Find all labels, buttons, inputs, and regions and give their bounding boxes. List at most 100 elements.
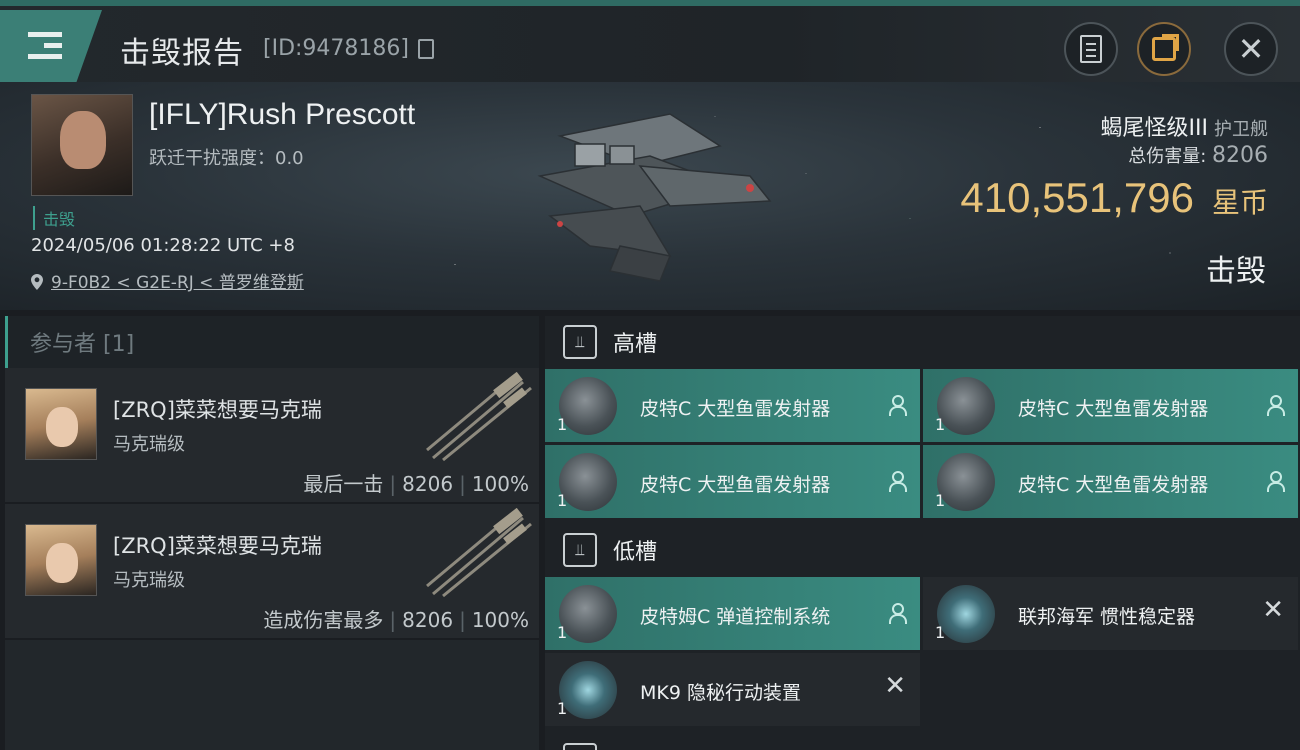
module-qty: 1 bbox=[557, 415, 568, 434]
clipboard-button[interactable] bbox=[1064, 22, 1118, 76]
module-slot[interactable]: 1 皮特姆C 弹道控制系统 bbox=[545, 577, 920, 650]
module-slot[interactable]: 1 皮特C 大型鱼雷发射器 bbox=[545, 445, 920, 518]
kill-location[interactable]: 9-F0B2 < G2E-RJ < 普罗维登斯 bbox=[31, 268, 304, 293]
stats-separator: | bbox=[389, 608, 397, 632]
copy-icon[interactable] bbox=[418, 39, 434, 59]
participant-ship-image bbox=[426, 372, 532, 462]
pilot-icon bbox=[1266, 395, 1285, 416]
pilot-icon bbox=[888, 603, 907, 624]
menu-button[interactable] bbox=[0, 10, 102, 82]
high-slot-label: 高槽 bbox=[613, 332, 658, 357]
participant-name[interactable]: [ZRQ]菜菜想要马克瑞 bbox=[113, 394, 322, 424]
location-pin-icon bbox=[31, 274, 43, 290]
close-button[interactable]: ✕ bbox=[1224, 22, 1278, 76]
close-icon: ✕ bbox=[1237, 30, 1265, 68]
module-qty: 1 bbox=[935, 415, 946, 434]
victim-header: [IFLY]Rush Prescott 跃迁干扰强度：0.0 击毁 2024/0… bbox=[0, 82, 1300, 310]
participant-row[interactable]: [ZRQ]菜菜想要马克瑞 马克瑞级 造成伤害最多 | 8206 | 100% bbox=[5, 504, 539, 640]
kill-datetime: 2024/05/06 01:28:22 UTC +8 bbox=[31, 235, 295, 256]
warp-disruption-strength: 跃迁干扰强度：0.0 bbox=[149, 148, 304, 169]
menu-icon-bar bbox=[28, 54, 62, 59]
module-qty: 1 bbox=[557, 699, 568, 718]
next-slot-header: ⫫ bbox=[545, 734, 1300, 750]
victim-ship-image[interactable] bbox=[520, 106, 790, 286]
module-slot[interactable]: 1 MK9 隐秘行动装置 ✕ bbox=[545, 653, 920, 726]
pilot-icon bbox=[1266, 471, 1285, 492]
module-name: MK9 隐秘行动装置 bbox=[640, 682, 801, 704]
high-slot-header: ⫫ 高槽 bbox=[545, 316, 1300, 368]
module-name: 皮特C 大型鱼雷发射器 bbox=[640, 398, 831, 420]
module-name: 皮特C 大型鱼雷发射器 bbox=[1018, 474, 1209, 496]
report-id: [ID:9478186] bbox=[263, 36, 409, 61]
stats-separator: | bbox=[389, 472, 397, 496]
participant-ship: 马克瑞级 bbox=[113, 570, 185, 591]
total-damage-value: 8206 bbox=[1212, 143, 1268, 168]
clipboard-icon bbox=[1080, 35, 1102, 63]
participant-avatar[interactable] bbox=[25, 524, 97, 596]
participant-stats: 最后一击 | 8206 | 100% bbox=[303, 468, 529, 497]
module-slot[interactable]: 1 联邦海军 惯性稳定器 ✕ bbox=[923, 577, 1298, 650]
fitting-panel: ⫫ 高槽 1 皮特C 大型鱼雷发射器 1 皮特C 大型鱼雷发射器 1 皮特C 大… bbox=[545, 316, 1300, 750]
isk-amount: 410,551,796 bbox=[960, 174, 1194, 221]
participants-header: 参与者 [1] bbox=[5, 316, 539, 368]
menu-icon bbox=[28, 32, 62, 37]
participant-damage: 8206 bbox=[402, 608, 454, 632]
participant-ship: 马克瑞级 bbox=[113, 434, 185, 455]
inertial-stabilizer-icon bbox=[937, 585, 995, 643]
participant-damage: 8206 bbox=[402, 472, 454, 496]
module-qty: 1 bbox=[557, 491, 568, 510]
module-slot[interactable]: 1 皮特C 大型鱼雷发射器 bbox=[545, 369, 920, 442]
participant-role: 最后一击 bbox=[303, 472, 384, 496]
covert-ops-cloak-icon bbox=[559, 661, 617, 719]
total-damage: 总伤害量: 8206 bbox=[1128, 142, 1268, 168]
torpedo-launcher-icon bbox=[559, 453, 617, 511]
victim-avatar[interactable] bbox=[31, 94, 133, 196]
total-damage-label: 总伤害量: bbox=[1128, 146, 1212, 167]
victim-name[interactable]: [IFLY]Rush Prescott bbox=[149, 98, 415, 132]
participant-percent: 100% bbox=[471, 472, 529, 496]
share-button[interactable] bbox=[1137, 22, 1191, 76]
share-icon bbox=[1152, 34, 1179, 61]
ship-name: 蝎尾怪级III bbox=[1100, 116, 1208, 141]
torpedo-launcher-icon bbox=[937, 377, 995, 435]
location-text[interactable]: 9-F0B2 < G2E-RJ < 普罗维登斯 bbox=[51, 273, 304, 293]
isk-unit: 星币 bbox=[1211, 186, 1268, 219]
participant-row[interactable]: [ZRQ]菜菜想要马克瑞 马克瑞级 最后一击 | 8206 | 100% bbox=[5, 368, 539, 504]
slot-icon: ⫫ bbox=[563, 743, 597, 750]
title-bar: 击毁报告 [ID:9478186] ✕ bbox=[0, 0, 1300, 82]
participant-percent: 100% bbox=[471, 608, 529, 632]
isk-value: 410,551,796 星币 bbox=[960, 174, 1268, 222]
pilot-icon bbox=[888, 471, 907, 492]
low-slot-header: ⫫ 低槽 bbox=[545, 524, 1300, 576]
participant-ship-image bbox=[426, 508, 532, 598]
module-name: 皮特C 大型鱼雷发射器 bbox=[1018, 398, 1209, 420]
module-name: 联邦海军 惯性稳定器 bbox=[1018, 606, 1196, 628]
low-slot-label: 低槽 bbox=[613, 540, 658, 565]
participant-stats: 造成伤害最多 | 8206 | 100% bbox=[263, 604, 529, 633]
module-name: 皮特姆C 弹道控制系统 bbox=[640, 606, 831, 628]
stats-separator: | bbox=[459, 608, 466, 632]
module-slot[interactable]: 1 皮特C 大型鱼雷发射器 bbox=[923, 369, 1298, 442]
status-tag: 击毁 bbox=[33, 206, 75, 230]
participant-role: 造成伤害最多 bbox=[263, 608, 384, 632]
pilot-icon bbox=[888, 395, 907, 416]
module-qty: 1 bbox=[935, 623, 946, 642]
module-qty: 1 bbox=[557, 623, 568, 642]
participant-name[interactable]: [ZRQ]菜菜想要马克瑞 bbox=[113, 530, 322, 560]
menu-icon-bar bbox=[44, 43, 62, 48]
ballistic-control-icon bbox=[559, 585, 617, 643]
stats-separator: | bbox=[459, 472, 466, 496]
page-title: 击毁报告 bbox=[120, 36, 244, 71]
x-icon: ✕ bbox=[1262, 595, 1284, 625]
participants-panel: 参与者 [1] [ZRQ]菜菜想要马克瑞 马克瑞级 最后一击 | 8206 | 100%… bbox=[5, 316, 539, 750]
module-slot[interactable]: 1 皮特C 大型鱼雷发射器 bbox=[923, 445, 1298, 518]
kill-result: 击毁 bbox=[1206, 254, 1266, 289]
x-icon: ✕ bbox=[884, 671, 906, 701]
participant-avatar[interactable] bbox=[25, 388, 97, 460]
torpedo-launcher-icon bbox=[937, 453, 995, 511]
torpedo-launcher-icon bbox=[559, 377, 617, 435]
low-slot-icon: ⫫ bbox=[563, 533, 597, 567]
high-slot-icon: ⫫ bbox=[563, 325, 597, 359]
victim-ship-type[interactable]: 蝎尾怪级III 护卫舰 bbox=[1101, 110, 1268, 142]
ship-class: 护卫舰 bbox=[1214, 119, 1268, 140]
